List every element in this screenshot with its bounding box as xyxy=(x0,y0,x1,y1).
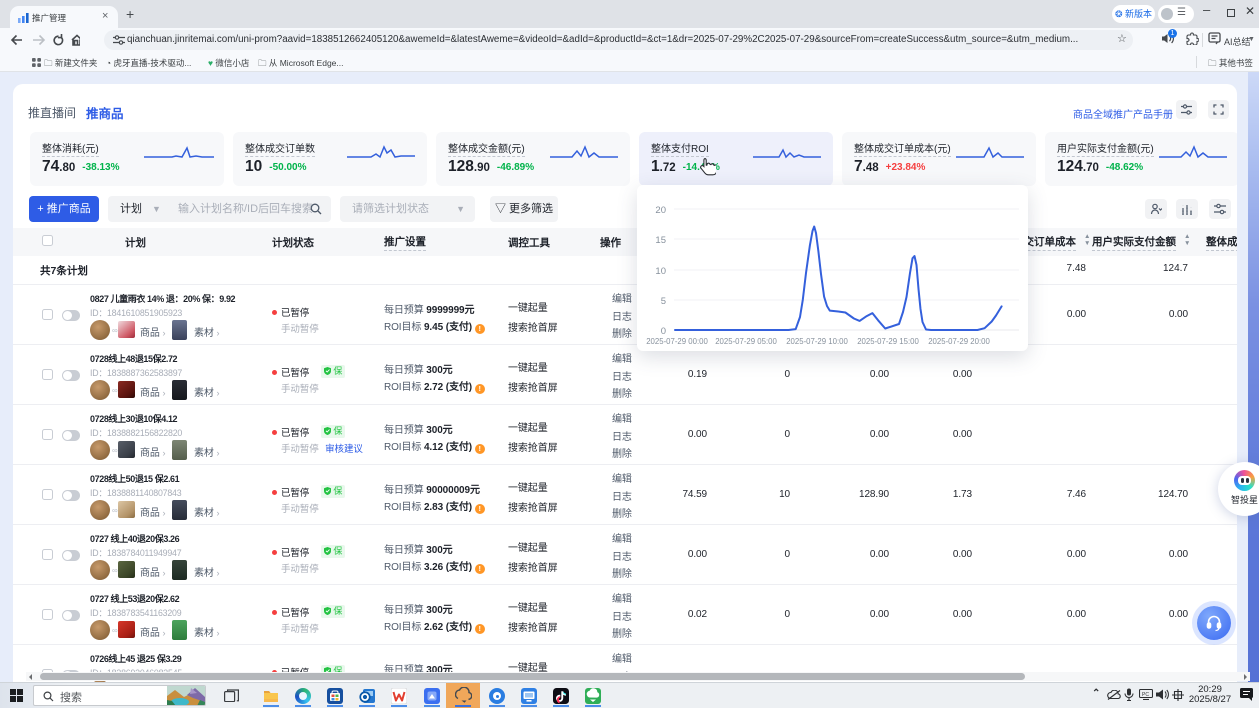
svg-text:15: 15 xyxy=(655,235,666,246)
svg-text:10: 10 xyxy=(655,266,666,277)
svg-text:5: 5 xyxy=(661,296,666,307)
svg-text:2025-07-29 00:00: 2025-07-29 00:00 xyxy=(646,337,708,346)
svg-text:20: 20 xyxy=(655,205,666,216)
svg-text:2025-07-29 20:00: 2025-07-29 20:00 xyxy=(928,337,990,346)
svg-text:2025-07-29 05:00: 2025-07-29 05:00 xyxy=(715,337,777,346)
svg-text:2025-07-29 10:00: 2025-07-29 10:00 xyxy=(786,337,848,346)
svg-text:0: 0 xyxy=(661,326,666,337)
svg-text:2025-07-29 15:00: 2025-07-29 15:00 xyxy=(857,337,919,346)
svg-text:PC: PC xyxy=(1142,692,1149,698)
